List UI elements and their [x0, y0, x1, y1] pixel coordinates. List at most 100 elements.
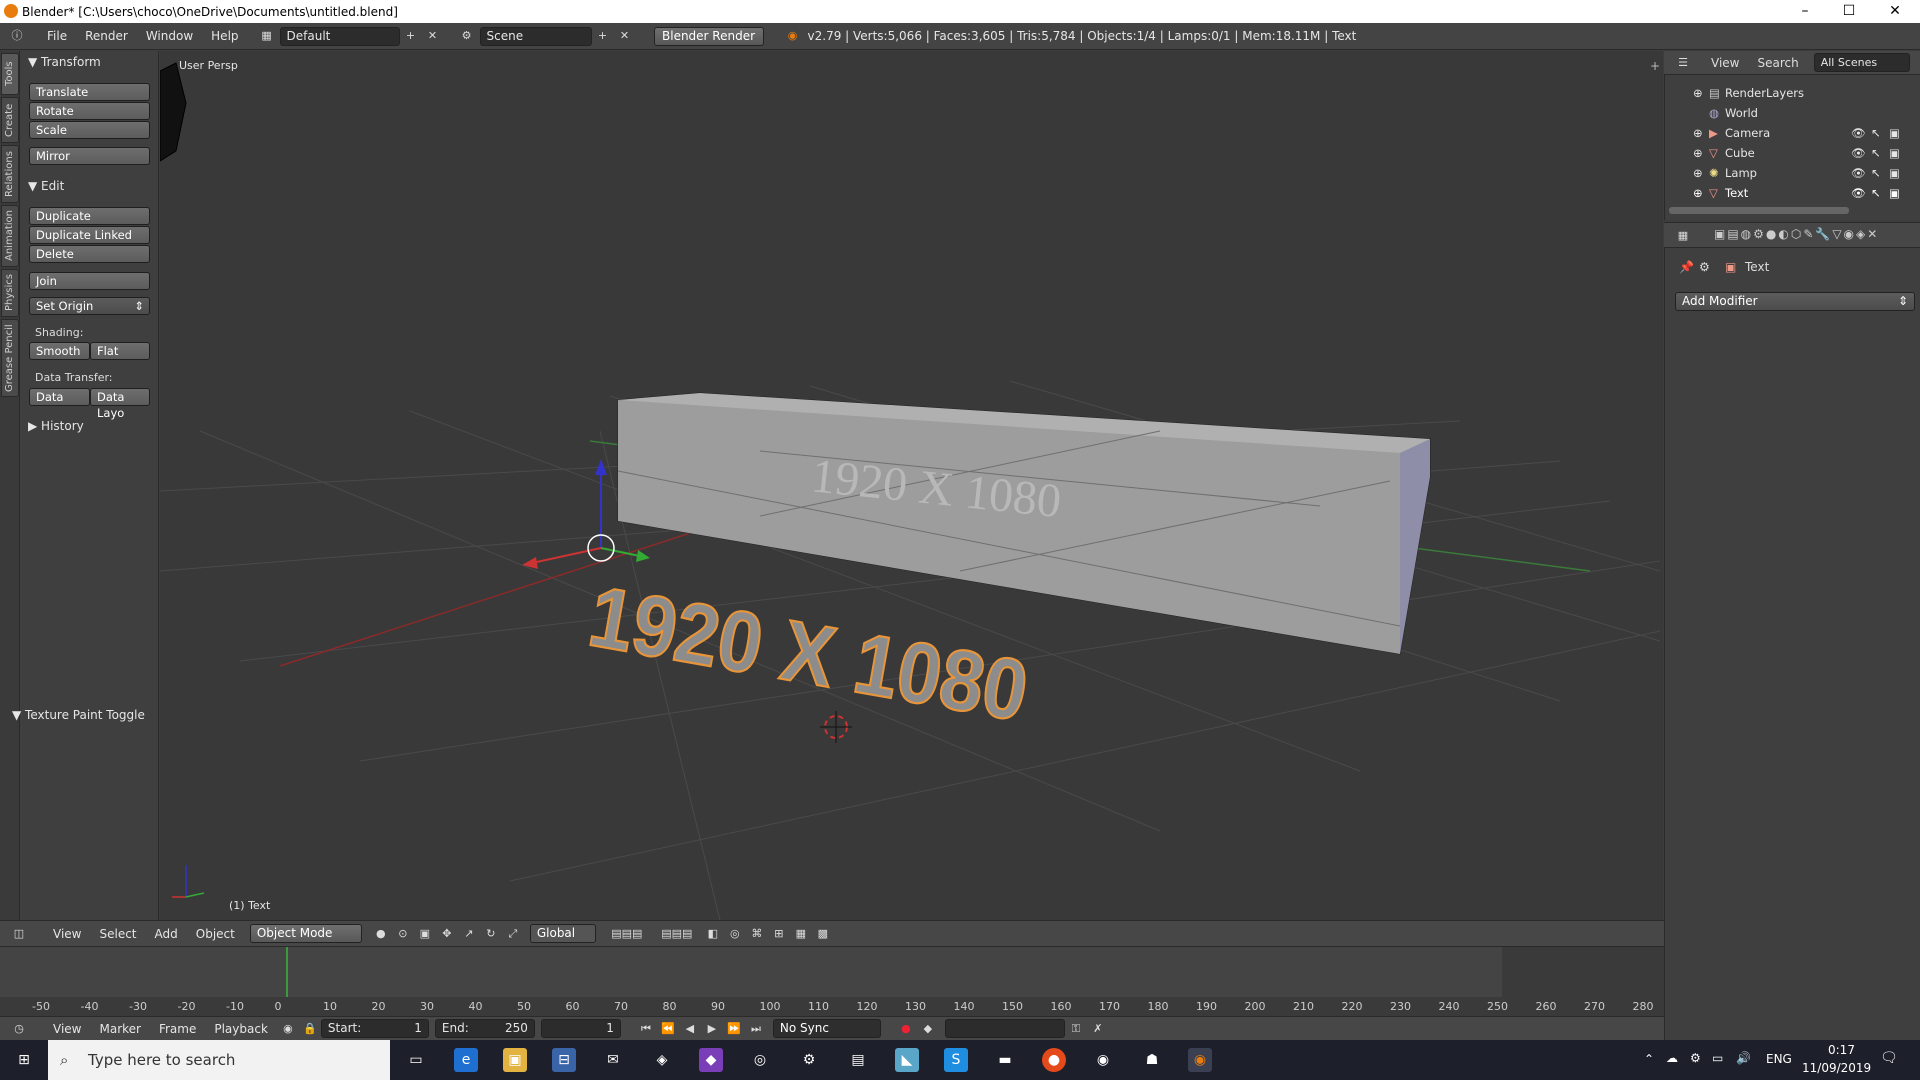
menu-select[interactable]: Select [90, 927, 145, 941]
visibility-eye-icon[interactable]: 👁 [1851, 183, 1866, 203]
menu-timeline-view[interactable]: View [44, 1022, 90, 1036]
tray-chevron-icon[interactable]: ⌃ [1644, 1052, 1654, 1066]
expand-icon[interactable]: ⊕ [1693, 83, 1703, 103]
tab-create[interactable]: Create [1, 97, 19, 143]
start-frame-field[interactable]: Start: 1 [320, 1019, 429, 1038]
data-button[interactable]: Data [29, 388, 90, 406]
editor-type-icon[interactable]: ◫ [8, 925, 30, 943]
properties-editor-icon[interactable]: ▦ [1672, 227, 1694, 245]
unity-icon[interactable]: ◈ [650, 1048, 674, 1072]
orientation-select[interactable]: Global [529, 924, 596, 943]
remove-layout-icon[interactable]: ✕ [422, 27, 444, 45]
add-layout-icon[interactable]: + [400, 27, 422, 45]
tab-relations[interactable]: Relations [1, 145, 19, 203]
display-mode-select[interactable]: All Scenes [1813, 53, 1910, 72]
network-icon[interactable]: ▭ [1712, 1051, 1723, 1065]
history-panel-header[interactable]: ▶ History [28, 419, 84, 433]
scale-icon[interactable]: ⤢ [502, 925, 524, 943]
onedrive-icon[interactable]: ☁ [1666, 1051, 1678, 1065]
next-key-icon[interactable]: ⏩ [723, 1020, 745, 1038]
file-explorer-icon[interactable]: ▣ [503, 1048, 527, 1072]
outliner-row-text[interactable]: ⊕ ▽ Text 👁 ↖ ▣ [1665, 183, 1915, 203]
language-indicator[interactable]: ENG [1766, 1052, 1792, 1066]
tab-animation[interactable]: Animation [1, 205, 19, 267]
prev-key-icon[interactable]: ⏪ [657, 1020, 679, 1038]
render-camera-icon[interactable]: ▣ [1889, 143, 1900, 163]
outliner-row-lamp[interactable]: ⊕ ✺ Lamp 👁 ↖ ▣ [1665, 163, 1915, 183]
task-view-icon[interactable]: ▭ [404, 1048, 428, 1072]
taskbar-search[interactable]: ⌕ Type here to search [48, 1040, 390, 1080]
sync-select[interactable]: No Sync [772, 1019, 881, 1038]
outliner-row-cube[interactable]: ⊕ ▽ Cube 👁 ↖ ▣ [1665, 143, 1915, 163]
x-arrow-icon[interactable] [522, 557, 538, 569]
3d-viewport[interactable]: 1920 X 1080 1920 X 1080 User Persp (1) T… [160, 51, 1663, 920]
visibility-eye-icon[interactable]: 👁 [1851, 163, 1866, 183]
add-scene-icon[interactable]: + [592, 27, 614, 45]
outliner-scrollbar[interactable] [1669, 207, 1849, 214]
remove-scene-icon[interactable]: ✕ [614, 27, 636, 45]
timeline[interactable]: -50 -40 -30 -20 -10 0 10 20 30 40 50 60 70 80 90 100 110… [0, 946, 1664, 1017]
minimize-button[interactable]: – [1782, 0, 1828, 23]
timeline-editor-icon[interactable]: ◷ [8, 1020, 30, 1038]
auto-key-icon[interactable]: ◉ [277, 1020, 299, 1038]
menu-window[interactable]: Window [137, 29, 202, 43]
lock-icon[interactable]: 🔒 [299, 1020, 321, 1038]
clock-date[interactable]: 11/09/2019 [1802, 1061, 1871, 1075]
app-icon[interactable]: ◎ [748, 1048, 772, 1072]
outliner-row-world[interactable]: ◍ World [1665, 103, 1915, 123]
y-arrow-icon[interactable] [636, 550, 650, 562]
camera-object[interactable] [160, 62, 187, 162]
menu-file[interactable]: File [38, 29, 76, 43]
notification-icon[interactable]: 🗨 [1880, 1050, 1898, 1066]
tab-grease-pencil[interactable]: Grease Pencil [1, 319, 19, 397]
expand-icon[interactable]: ⊕ [1693, 163, 1703, 183]
expand-icon[interactable]: ⊕ [1693, 183, 1703, 203]
skype-icon[interactable]: S [944, 1048, 968, 1072]
keying-set-icon[interactable]: ◆ [917, 1020, 939, 1038]
delete-button[interactable]: Delete [29, 245, 150, 263]
snap-icon[interactable]: ⌘ [746, 925, 768, 943]
y-manipulator[interactable] [600, 547, 641, 557]
layers-icon[interactable]: ▤▤▤ [602, 925, 652, 943]
clock-time[interactable]: 0:17 [1828, 1043, 1855, 1057]
outliner-editor-icon[interactable]: ☰ [1672, 54, 1694, 72]
layout-icon[interactable]: ▦ [256, 27, 278, 45]
info-editor-icon[interactable]: ⓘ [6, 27, 28, 45]
pin-icon[interactable]: 📌 [1679, 260, 1694, 274]
scene-icon[interactable]: ⚙ [456, 27, 478, 45]
translate-button[interactable]: Translate [29, 83, 150, 101]
mode-select[interactable]: Object Mode [249, 924, 362, 943]
select-arrow-icon[interactable]: ↖ [1871, 183, 1881, 203]
render-camera-icon[interactable]: ▣ [1889, 183, 1900, 203]
scale-button[interactable]: Scale [29, 121, 150, 139]
maximize-button[interactable]: ☐ [1826, 0, 1872, 23]
proportional-icon[interactable]: ◎ [724, 925, 746, 943]
record-icon[interactable]: ● [895, 1020, 917, 1038]
tab-tools[interactable]: Tools [1, 53, 19, 95]
render-camera-icon[interactable]: ▣ [1889, 123, 1900, 143]
edit-panel-header[interactable]: ▼ Edit [28, 179, 64, 193]
render-camera-icon[interactable]: ▣ [1889, 163, 1900, 183]
transform-panel-header[interactable]: ▼ Transform [28, 55, 101, 69]
smooth-button[interactable]: Smooth [29, 342, 90, 360]
select-arrow-icon[interactable]: ↖ [1871, 123, 1881, 143]
delete-key-icon[interactable]: ✗ [1087, 1020, 1109, 1038]
menu-frame[interactable]: Frame [150, 1022, 205, 1036]
pivot-icon[interactable]: ⊙ [392, 925, 414, 943]
store-icon[interactable]: ⊟ [552, 1048, 576, 1072]
app-tray-icon[interactable]: ⚙ [1690, 1051, 1701, 1065]
translate-icon[interactable]: ↗ [458, 925, 480, 943]
outliner-menu-search[interactable]: Search [1748, 56, 1807, 70]
plus-icon[interactable]: + [1650, 59, 1660, 73]
shading-mode-icon[interactable]: ● [370, 925, 392, 943]
outliner-row-camera[interactable]: ⊕ ▶ Camera 👁 ↖ ▣ [1665, 123, 1915, 143]
scene-field[interactable]: Scene [479, 26, 592, 46]
properties-context-tabs[interactable]: ▣▤◍⚙●◐⬡✎🔧▽◉◈✕ [1714, 227, 1879, 241]
layers2-icon[interactable]: ▤▤▤ [652, 925, 702, 943]
volume-icon[interactable]: 🔊 [1736, 1051, 1751, 1065]
steam-icon[interactable]: ⚙ [797, 1048, 821, 1072]
lock-layer-icon[interactable]: ◧ [702, 925, 724, 943]
snap-target-icon[interactable]: ⊞ [768, 925, 790, 943]
mirror-button[interactable]: Mirror [29, 147, 150, 165]
menu-view[interactable]: View [44, 927, 90, 941]
